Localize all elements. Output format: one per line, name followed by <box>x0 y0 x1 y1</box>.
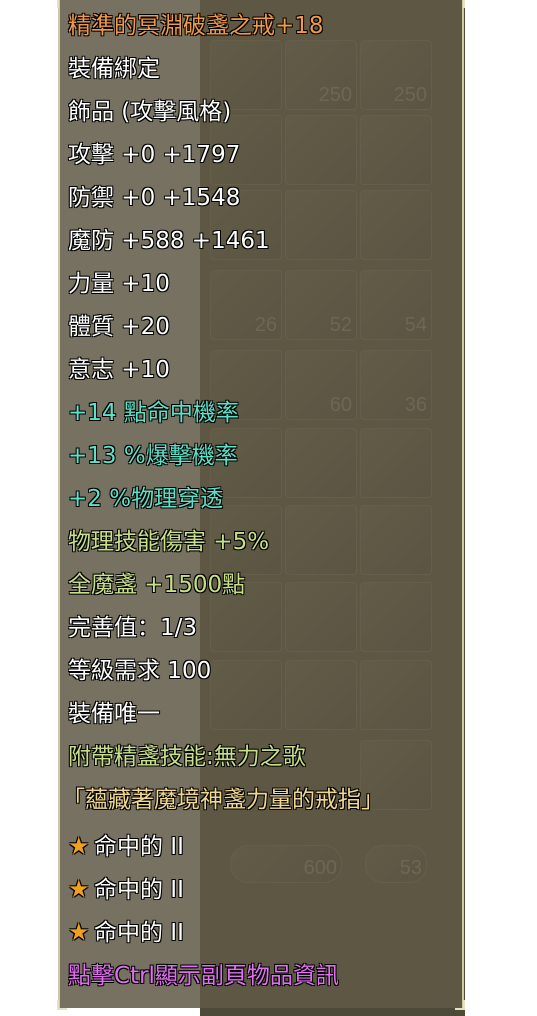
level-requirement: 等級需求 100 <box>68 658 212 684</box>
tooltip-corner <box>455 1000 465 1010</box>
star-icon: ★ <box>68 875 90 903</box>
tooltip-corner <box>57 0 67 8</box>
enchant-line: ★ 命中的 II <box>68 826 184 866</box>
star-icon: ★ <box>68 832 90 860</box>
enchant-label: 命中的 II <box>94 834 184 860</box>
tooltip-corner <box>57 1000 67 1010</box>
perfection-value: 完善值：1/3 <box>68 615 198 641</box>
bonus-hit-rate: +14 點命中機率 <box>68 400 239 426</box>
enchant-line: ★ 命中的 II <box>68 912 184 952</box>
stat-magic-defense: 魔防 +588 +1461 <box>68 228 270 254</box>
bonus-crit-rate: +13 %爆擊機率 <box>68 443 238 469</box>
attached-skill: 附帶精盞技能:無力之歌 <box>68 744 306 770</box>
ctrl-hint: 點擊Ctrl顯示副頁物品資訊 <box>68 963 339 989</box>
bonus-penetration: +2 %物理穿透 <box>68 486 224 512</box>
item-description: 「蘊藏著魔境神盞力量的戒指」 <box>62 787 384 813</box>
enchant-line: ★ 命中的 II <box>68 869 184 909</box>
star-icon: ★ <box>68 918 90 946</box>
enchant-label: 命中的 II <box>94 920 184 946</box>
stat-attack: 攻擊 +0 +1797 <box>68 142 241 168</box>
unique-equip: 裝備唯一 <box>68 701 160 727</box>
stat-will: 意志 +10 <box>68 357 170 383</box>
enchant-label: 命中的 II <box>94 877 184 903</box>
stat-constitution: 體質 +20 <box>68 314 170 340</box>
stat-strength: 力量 +10 <box>68 271 170 297</box>
tooltip-corner <box>455 0 465 8</box>
bind-status: 裝備綁定 <box>68 56 160 82</box>
item-tooltip: 精準的冥淵破盞之戒+18 裝備綁定 飾品 (攻擊風格) 攻擊 +0 +1797 … <box>57 0 465 1010</box>
bonus-skill-damage: 物理技能傷害 +5% <box>68 529 270 555</box>
item-title: 精準的冥淵破盞之戒+18 <box>68 13 324 39</box>
item-type: 飾品 (攻擊風格) <box>68 99 232 125</box>
bonus-spirit: 全魔盞 +1500點 <box>68 572 246 598</box>
stat-defense: 防禦 +0 +1548 <box>68 185 241 211</box>
